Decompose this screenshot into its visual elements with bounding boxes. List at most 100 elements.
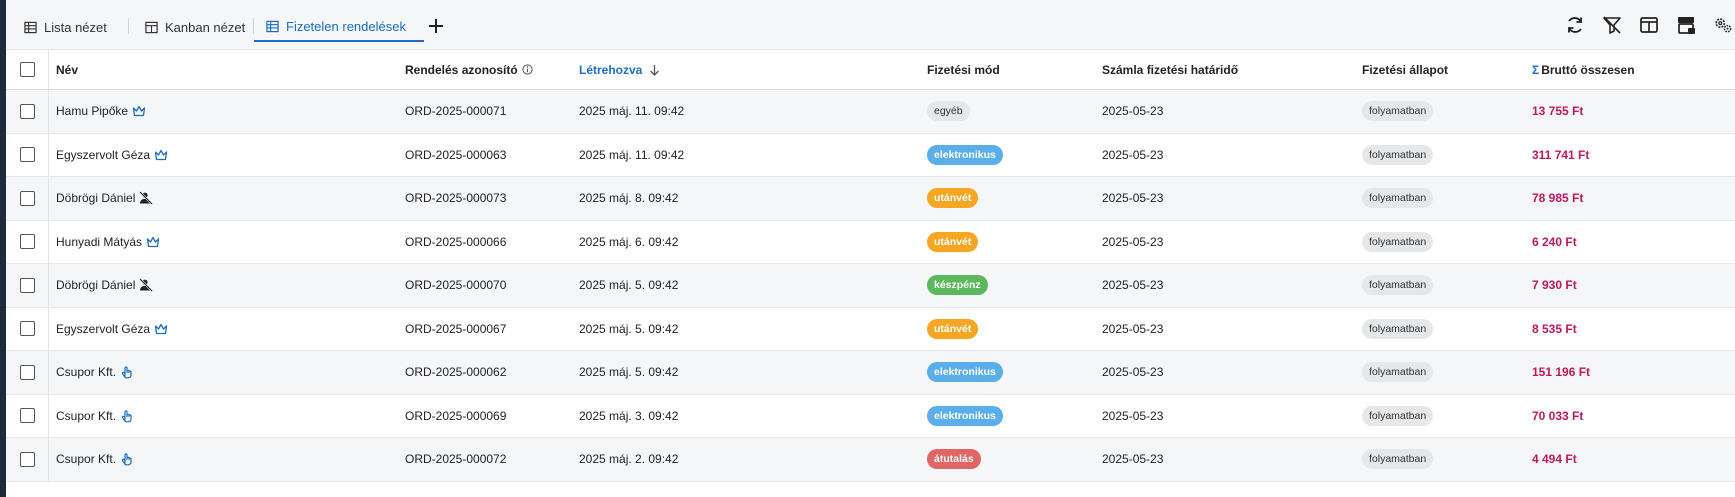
header-gross-total[interactable]: Σ Bruttó összesen xyxy=(1532,50,1635,89)
columns-button[interactable] xyxy=(1637,13,1661,37)
header-created[interactable]: Létrehozva xyxy=(579,50,660,89)
customer-name-cell: Egyszervolt Géza xyxy=(56,134,168,177)
due-date: 2025-05-23 xyxy=(1102,321,1164,336)
payment-method-cell: elektronikus xyxy=(927,395,1003,438)
table-row[interactable]: Csupor Kft. ORD-2025-000072 2025 máj. 2. 0… xyxy=(6,438,1735,482)
due-date: 2025-05-23 xyxy=(1102,408,1164,423)
payment-method-cell: utánvét xyxy=(927,221,979,264)
row-select-cell xyxy=(6,394,49,437)
blocked-user-icon xyxy=(139,278,154,293)
refresh-button[interactable] xyxy=(1563,13,1587,37)
status-badge: folyamatban xyxy=(1362,188,1434,209)
header-payment-status[interactable]: Fizetési állapot xyxy=(1362,50,1448,89)
row-checkbox[interactable] xyxy=(19,321,35,337)
header-name[interactable]: Név xyxy=(56,50,78,89)
customer-name-cell: Hamu Pipőke xyxy=(56,90,146,133)
tab-unpaid-orders[interactable]: Fizetelen rendelések xyxy=(254,12,424,42)
customer-name: Hamu Pipőke xyxy=(56,104,129,119)
tab-list-view-label: Lista nézet xyxy=(44,19,107,35)
tab-kanban-view[interactable]: Kanban nézet xyxy=(137,12,253,42)
layout-button[interactable] xyxy=(1674,13,1698,37)
table-header-row: Név Rendelés azonosító Létrehozva Fizeté… xyxy=(6,50,1735,90)
header-name-label: Név xyxy=(56,62,79,77)
row-checkbox[interactable] xyxy=(19,234,35,250)
customer-name-cell: Döbrögi Dániel xyxy=(56,177,154,220)
table-row[interactable]: Csupor Kft. ORD-2025-000062 2025 máj. 5. 0… xyxy=(6,351,1735,395)
customer-name-cell: Egyszervolt Géza xyxy=(56,308,168,351)
header-due-date-label: Számla fizetési határidő xyxy=(1102,62,1239,77)
order-id: ORD-2025-000062 xyxy=(405,365,507,380)
add-view-button[interactable] xyxy=(424,14,448,38)
clear-filter-button[interactable] xyxy=(1600,13,1624,37)
layout-icon xyxy=(1678,17,1695,34)
due-date: 2025-05-23 xyxy=(1102,191,1164,206)
settings-button[interactable] xyxy=(1711,13,1735,37)
customer-name-cell: Hunyadi Mátyás xyxy=(56,221,160,264)
due-date: 2025-05-23 xyxy=(1102,278,1164,293)
header-due-date[interactable]: Számla fizetési határidő xyxy=(1102,50,1238,89)
created-date: 2025 máj. 5. 09:42 xyxy=(579,278,679,293)
gross-total: 4 494 Ft xyxy=(1532,452,1577,467)
table-row[interactable]: Hamu Pipőke ORD-2025-000071 2025 máj. 11. … xyxy=(6,90,1735,134)
tab-unpaid-orders-label: Fizetelen rendelések xyxy=(286,18,406,34)
gross-total: 8 535 Ft xyxy=(1532,321,1577,336)
row-select-cell xyxy=(6,307,49,350)
order-id-cell: ORD-2025-000069 xyxy=(405,395,506,438)
payment-status-cell: folyamatban xyxy=(1362,134,1434,177)
row-checkbox[interactable] xyxy=(19,364,35,380)
created-cell: 2025 máj. 5. 09:42 xyxy=(579,264,678,307)
orders-table: Név Rendelés azonosító Létrehozva Fizeté… xyxy=(6,50,1735,482)
customer-name: Egyszervolt Géza xyxy=(56,147,151,162)
tab-list-view[interactable]: Lista nézet xyxy=(16,12,115,42)
table-row[interactable]: Egyszervolt Géza ORD-2025-000063 2025 máj.… xyxy=(6,133,1735,177)
header-order-id[interactable]: Rendelés azonosító xyxy=(405,50,533,89)
table-icon xyxy=(24,21,37,33)
table-row[interactable]: Csupor Kft. ORD-2025-000069 2025 máj. 3. 0… xyxy=(6,394,1735,438)
gross-total: 13 755 Ft xyxy=(1532,104,1584,119)
created-cell: 2025 máj. 8. 09:42 xyxy=(579,177,678,220)
customer-name: Csupor Kft. xyxy=(56,408,117,423)
payment-status-cell: folyamatban xyxy=(1362,221,1434,264)
created-date: 2025 máj. 3. 09:42 xyxy=(579,408,679,423)
order-id: ORD-2025-000073 xyxy=(405,191,507,206)
table-row[interactable]: Döbrögi Dániel ORD-2025-000073 2025 máj. 8… xyxy=(6,177,1735,221)
table-row[interactable]: Egyszervolt Géza ORD-2025-000067 2025 máj.… xyxy=(6,307,1735,351)
status-badge: folyamatban xyxy=(1362,449,1434,470)
select-all-checkbox[interactable] xyxy=(19,62,35,77)
gross-total-cell: 6 240 Ft xyxy=(1532,221,1577,264)
header-created-label: Létrehozva xyxy=(579,62,643,77)
row-select-cell xyxy=(6,351,49,394)
table-row[interactable]: Hunyadi Mátyás ORD-2025-000066 2025 máj. 6… xyxy=(6,220,1735,264)
payment-status-cell: folyamatban xyxy=(1362,308,1434,351)
header-payment-method[interactable]: Fizetési mód xyxy=(927,50,1000,89)
created-cell: 2025 máj. 3. 09:42 xyxy=(579,395,678,438)
status-badge: folyamatban xyxy=(1362,318,1434,339)
row-select-cell xyxy=(6,438,49,481)
due-date-cell: 2025-05-23 xyxy=(1102,438,1163,481)
order-id: ORD-2025-000063 xyxy=(405,147,507,162)
row-checkbox[interactable] xyxy=(19,451,35,467)
customer-name-cell: Döbrögi Dániel xyxy=(56,264,154,307)
customer-name-cell: Csupor Kft. xyxy=(56,351,134,394)
created-date: 2025 máj. 8. 09:42 xyxy=(579,191,679,206)
due-date-cell: 2025-05-23 xyxy=(1102,177,1163,220)
kanban-icon xyxy=(145,21,158,33)
created-date: 2025 máj. 5. 09:42 xyxy=(579,321,679,336)
gross-total-cell: 151 196 Ft xyxy=(1532,351,1590,394)
row-select-cell xyxy=(6,133,49,176)
row-checkbox[interactable] xyxy=(19,147,35,163)
customer-name: Egyszervolt Géza xyxy=(56,321,151,336)
row-checkbox[interactable] xyxy=(19,190,35,206)
status-badge: folyamatban xyxy=(1362,405,1434,426)
sum-icon: Σ xyxy=(1532,62,1540,77)
row-checkbox[interactable] xyxy=(19,103,35,119)
gross-total-cell: 4 494 Ft xyxy=(1532,438,1577,481)
table-row[interactable]: Döbrögi Dániel ORD-2025-000070 2025 máj. 5… xyxy=(6,264,1735,308)
payment-method-badge: utánvét xyxy=(927,188,979,209)
status-badge: folyamatban xyxy=(1362,275,1434,296)
payment-method-badge: elektronikus xyxy=(927,144,1003,165)
sort-desc-icon xyxy=(649,64,660,76)
payment-method-cell: átutalás xyxy=(927,438,981,481)
row-checkbox[interactable] xyxy=(19,277,35,293)
row-checkbox[interactable] xyxy=(19,408,35,424)
